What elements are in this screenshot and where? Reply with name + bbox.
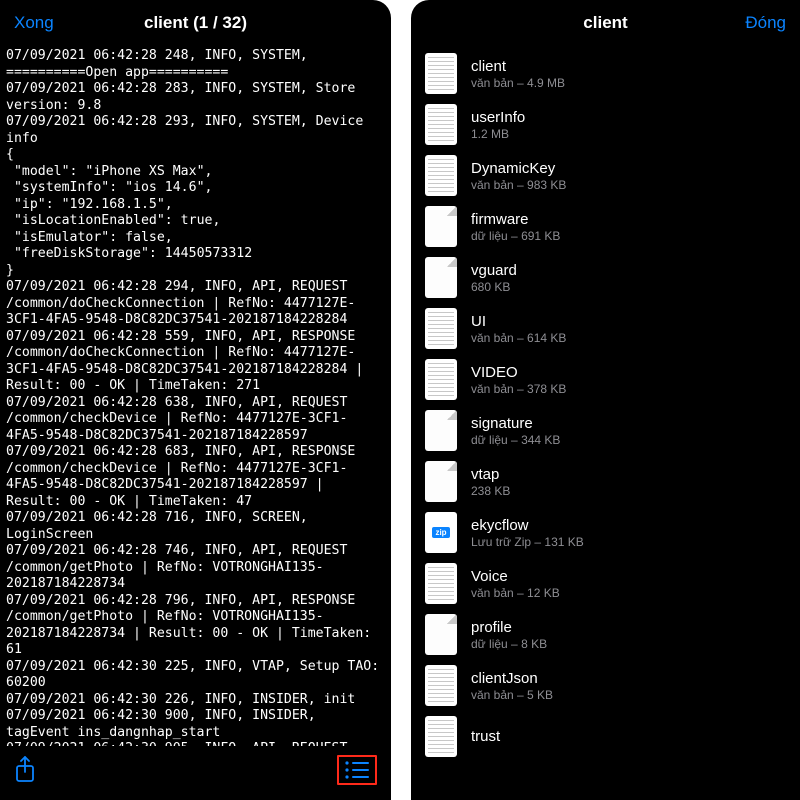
done-button[interactable]: Xong [14,13,54,33]
file-thumbnail-icon [425,155,457,196]
file-header: client Đóng [411,0,800,46]
log-toolbar [0,746,391,800]
file-row[interactable]: firmwaredữ liệu – 691 KB [411,201,800,252]
file-meta: VIDEOvăn bản – 378 KB [471,364,566,396]
list-icon[interactable] [344,760,370,780]
file-thumbnail-icon: zip [425,512,457,553]
file-row[interactable]: trust [411,711,800,762]
close-button[interactable]: Đóng [745,13,786,33]
file-thumbnail-icon [425,359,457,400]
file-meta: UIvăn bản – 614 KB [471,313,566,345]
file-meta: firmwaredữ liệu – 691 KB [471,211,560,243]
file-name-label: userInfo [471,109,525,126]
file-thumbnail-icon [425,410,457,451]
file-meta: clientvăn bản – 4.9 MB [471,58,565,90]
file-name-label: signature [471,415,560,432]
file-name-label: DynamicKey [471,160,566,177]
file-name-label: Voice [471,568,560,585]
file-thumbnail-icon [425,104,457,145]
file-subtitle: 238 KB [471,484,510,498]
file-thumbnail-icon [425,257,457,298]
file-name-label: profile [471,619,547,636]
file-row[interactable]: signaturedữ liệu – 344 KB [411,405,800,456]
file-row[interactable]: DynamicKeyvăn bản – 983 KB [411,150,800,201]
file-meta: vtap238 KB [471,466,510,498]
file-subtitle: văn bản – 12 KB [471,586,560,600]
file-meta: profiledữ liệu – 8 KB [471,619,547,651]
file-subtitle: Lưu trữ Zip – 131 KB [471,535,584,549]
file-name-label: vtap [471,466,510,483]
file-thumbnail-icon [425,206,457,247]
file-list-title: client [411,13,800,33]
file-subtitle: dữ liệu – 691 KB [471,229,560,243]
file-meta: Voicevăn bản – 12 KB [471,568,560,600]
file-name-label: client [471,58,565,75]
file-row[interactable]: Voicevăn bản – 12 KB [411,558,800,609]
file-meta: clientJsonvăn bản – 5 KB [471,670,553,702]
file-thumbnail-icon [425,614,457,655]
file-subtitle: dữ liệu – 344 KB [471,433,560,447]
log-viewer-screen: Xong client (1 / 32) 07/09/2021 06:42:28… [0,0,391,800]
file-name-label: clientJson [471,670,553,687]
file-list[interactable]: clientvăn bản – 4.9 MB userInfo1.2 MB Dyna… [411,46,800,800]
file-row[interactable]: vtap238 KB [411,456,800,507]
file-thumbnail-icon [425,461,457,502]
file-meta: DynamicKeyvăn bản – 983 KB [471,160,566,192]
log-header: Xong client (1 / 32) [0,0,391,46]
file-subtitle: dữ liệu – 8 KB [471,637,547,651]
file-row[interactable]: profiledữ liệu – 8 KB [411,609,800,660]
file-name-label: trust [471,728,500,745]
file-thumbnail-icon [425,53,457,94]
file-row[interactable]: userInfo1.2 MB [411,99,800,150]
zip-badge: zip [432,527,449,538]
file-row[interactable]: clientvăn bản – 4.9 MB [411,48,800,99]
file-name-label: firmware [471,211,560,228]
file-thumbnail-icon [425,308,457,349]
file-list-screen: client Đóng clientvăn bản – 4.9 MBuserIn… [411,0,800,800]
file-subtitle: văn bản – 983 KB [471,178,566,192]
file-meta: signaturedữ liệu – 344 KB [471,415,560,447]
log-title: client (1 / 32) [0,13,391,33]
file-name-label: UI [471,313,566,330]
file-subtitle: văn bản – 378 KB [471,382,566,396]
file-meta: userInfo1.2 MB [471,109,525,141]
file-name-label: VIDEO [471,364,566,381]
file-subtitle: 1.2 MB [471,127,525,141]
file-row[interactable]: clientJsonvăn bản – 5 KB [411,660,800,711]
file-name-label: ekycflow [471,517,584,534]
file-row[interactable]: UIvăn bản – 614 KB [411,303,800,354]
file-thumbnail-icon [425,665,457,706]
file-row[interactable]: VIDEOvăn bản – 378 KB [411,354,800,405]
file-subtitle: văn bản – 614 KB [471,331,566,345]
file-subtitle: văn bản – 4.9 MB [471,76,565,90]
file-subtitle: 680 KB [471,280,517,294]
log-content[interactable]: 07/09/2021 06:42:28 248, INFO, SYSTEM, =… [0,46,391,746]
file-meta: trust [471,728,500,746]
file-meta: ekycflowLưu trữ Zip – 131 KB [471,517,584,549]
file-thumbnail-icon [425,716,457,757]
file-row[interactable]: vguard680 KB [411,252,800,303]
list-view-highlight [337,755,377,785]
file-name-label: vguard [471,262,517,279]
file-thumbnail-icon [425,563,457,604]
file-subtitle: văn bản – 5 KB [471,688,553,702]
file-row[interactable]: zip ekycflowLưu trữ Zip – 131 KB [411,507,800,558]
file-meta: vguard680 KB [471,262,517,294]
share-icon[interactable] [14,756,36,784]
